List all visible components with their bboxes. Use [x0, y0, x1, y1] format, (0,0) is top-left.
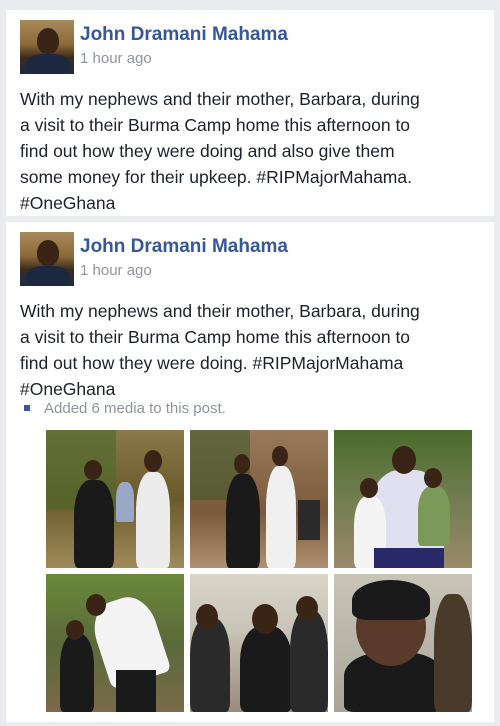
post-text: With my nephews and their mother, Barbar…: [20, 86, 482, 216]
avatar-shirt: [26, 54, 70, 74]
avatar-shirt: [26, 266, 70, 286]
post-text-line: a visit to their Burma Camp home this af…: [20, 327, 411, 347]
post-text-line: a visit to their Burma Camp home this af…: [20, 115, 411, 135]
media-added-note: Added 6 media to this post.: [20, 400, 226, 417]
media-note-text: Added 6 media to this post.: [44, 400, 226, 417]
facebook-feed: John Dramani Mahama 1 hour ago With my n…: [0, 0, 500, 726]
photo-bowing-greeting[interactable]: [46, 574, 184, 712]
post-timestamp[interactable]: 1 hour ago: [80, 50, 152, 67]
post-text-line: #OneGhana: [20, 193, 116, 213]
media-bullet-icon: [24, 405, 30, 412]
post-text: With my nephews and their mother, Barbar…: [20, 298, 482, 402]
post-text-line: find out how they were doing and also gi…: [20, 141, 395, 161]
author-name-link[interactable]: John Dramani Mahama: [80, 24, 288, 46]
avatar-face: [37, 28, 59, 54]
photo-hugging-children[interactable]: [334, 430, 472, 568]
photo-women-seated[interactable]: [190, 574, 328, 712]
post-card: John Dramani Mahama 1 hour ago With my n…: [6, 10, 494, 216]
post-text-line: some money for their upkeep. #RIPMajorMa…: [20, 167, 412, 187]
post-text-line: With my nephews and their mother, Barbar…: [20, 89, 420, 109]
photo-family-with-tree[interactable]: [46, 430, 184, 568]
author-avatar[interactable]: [20, 20, 74, 74]
avatar-face: [37, 240, 59, 266]
post-text-line: With my nephews and their mother, Barbar…: [20, 301, 420, 321]
author-avatar[interactable]: [20, 232, 74, 286]
photo-family-standing-porch[interactable]: [190, 430, 328, 568]
photo-woman-closeup[interactable]: [334, 574, 472, 712]
post-timestamp[interactable]: 1 hour ago: [80, 262, 152, 279]
post-text-line: find out how they were doing. #RIPMajorM…: [20, 353, 404, 373]
post-card: John Dramani Mahama 1 hour ago With my n…: [6, 222, 494, 722]
author-name-link[interactable]: John Dramani Mahama: [80, 236, 288, 258]
post-text-line: #OneGhana: [20, 379, 116, 399]
